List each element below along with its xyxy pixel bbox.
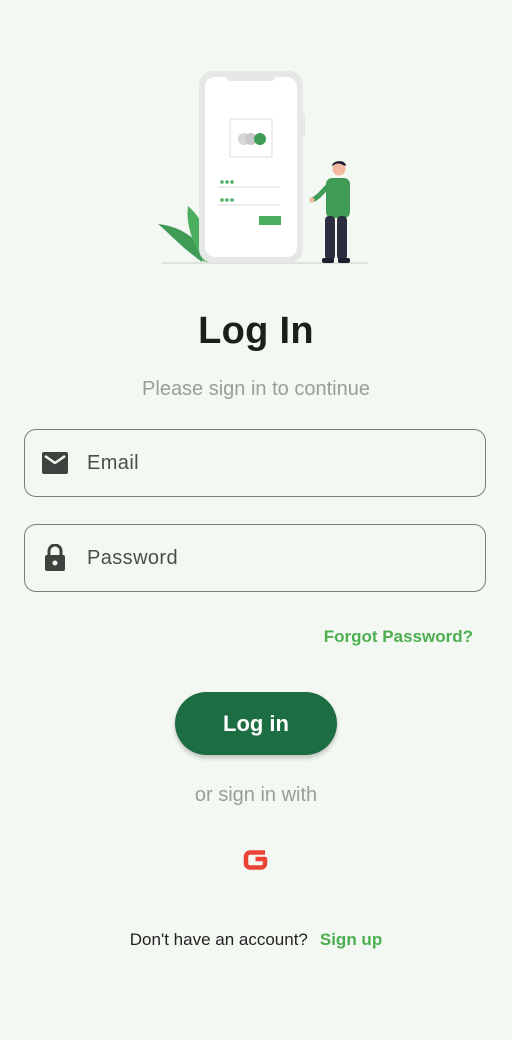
page-title: Log In xyxy=(198,310,314,352)
email-input[interactable] xyxy=(85,450,469,476)
google-icon[interactable] xyxy=(241,846,269,874)
signup-row: Don't have an account? Sign up xyxy=(0,930,512,950)
password-input[interactable] xyxy=(85,545,469,571)
login-screen: Log In Please sign in to continue Forgot… xyxy=(0,0,512,1040)
mail-icon xyxy=(41,449,69,477)
signup-question: Don't have an account? xyxy=(129,930,308,949)
phone-login-illustration xyxy=(158,71,368,264)
password-field[interactable] xyxy=(24,524,486,592)
email-field[interactable] xyxy=(24,429,486,497)
forgot-password-link[interactable]: Forgot Password? xyxy=(324,627,473,647)
signup-link[interactable]: Sign up xyxy=(320,930,382,949)
page-subtitle: Please sign in to continue xyxy=(142,378,370,400)
social-signin-label: or sign in with xyxy=(194,784,318,806)
lock-icon xyxy=(41,544,69,572)
login-button[interactable]: Log in xyxy=(175,692,337,755)
